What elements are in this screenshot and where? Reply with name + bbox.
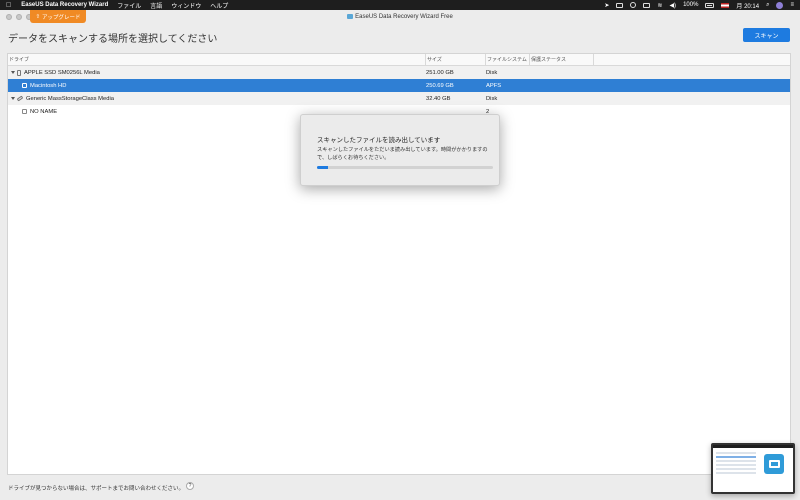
menu-language[interactable]: 言語 <box>150 1 162 10</box>
drive-name: Generic MassStorageClass Media <box>26 95 114 102</box>
battery-percent: 100% <box>683 2 699 8</box>
user-avatar-icon[interactable] <box>776 1 784 9</box>
disclosure-triangle-icon[interactable] <box>11 71 15 74</box>
drive-filesystem: APFS <box>486 82 502 89</box>
app-window: ⇧ アップグレード EaseUS Data Recovery Wizard Fr… <box>0 10 800 500</box>
drive-size: 251.00 GB <box>426 69 454 76</box>
drive-name: Macintosh HD <box>30 82 67 89</box>
input-source-flag-icon[interactable] <box>721 2 730 8</box>
volume-icon <box>22 109 27 114</box>
title-bar: ⇧ アップグレード EaseUS Data Recovery Wizard Fr… <box>0 10 800 26</box>
app-logo-icon <box>764 454 784 474</box>
dialog-title: スキャンしたファイルを読み出しています <box>317 137 441 144</box>
dialog-message: スキャンしたファイルをただいま読み出しています。時間がかかりますので、しばらくお… <box>317 147 488 161</box>
screen-mirror-icon[interactable] <box>616 2 624 8</box>
search-icon[interactable]: ⌕ <box>766 2 769 9</box>
airplay-icon[interactable] <box>643 2 651 8</box>
thumbnail-menubar <box>713 445 793 448</box>
table-row[interactable]: Generic MassStorageClass Media 32.40 GB … <box>8 92 790 105</box>
notification-center-icon[interactable]: ≡ <box>790 2 794 8</box>
table-header: ドライブ サイズ ファイルシステム 保護ステータス <box>8 54 790 66</box>
app-icon <box>347 14 354 19</box>
column-header-filesystem[interactable]: ファイルシステム <box>486 54 530 65</box>
drive-filesystem: Disk <box>486 95 498 102</box>
status-area: ➤ ≋ ◀) 100% 月 20:14 ⌕ ≡ <box>604 1 794 10</box>
drive-size: 32.40 GB <box>426 95 451 102</box>
scan-button[interactable]: スキャン <box>743 28 790 42</box>
menu-bar:  EaseUS Data Recovery Wizard ファイル 言語 ウィ… <box>0 0 800 10</box>
volume-icon[interactable]: ◀) <box>669 2 676 9</box>
support-notice: ドライブが見つからない場合は、サポートまでお問い合わせください。 <box>8 486 185 492</box>
time-machine-icon[interactable] <box>630 2 637 8</box>
disclosure-triangle-icon[interactable] <box>11 97 15 100</box>
drive-name: NO NAME <box>30 108 58 115</box>
drive-filesystem: Disk <box>486 69 498 76</box>
table-row[interactable]: Macintosh HD 250.69 GB APFS <box>8 79 790 92</box>
window-title-text: EaseUS Data Recovery Wizard Free <box>355 14 453 21</box>
usb-drive-icon <box>16 95 24 102</box>
drive-size: 250.69 GB <box>426 82 454 89</box>
page-title: データをスキャンする場所を選択してください <box>8 34 218 45</box>
disk-icon <box>17 69 21 76</box>
menu-help[interactable]: ヘルプ <box>210 1 228 10</box>
column-header-drive[interactable]: ドライブ <box>8 54 426 65</box>
loading-dialog: スキャンしたファイルを読み出しています スキャンしたファイルをただいま読み出して… <box>300 114 500 186</box>
menu-window[interactable]: ウィンドウ <box>171 1 201 10</box>
clock[interactable]: 月 20:14 <box>736 1 759 10</box>
menu-file[interactable]: ファイル <box>117 1 141 10</box>
drive-name: APPLE SSD SM0256L Media <box>24 69 100 76</box>
apple-menu-icon[interactable]:  <box>6 2 11 9</box>
column-header-protection-status[interactable]: 保護ステータス <box>530 54 594 65</box>
wifi-icon[interactable]: ≋ <box>657 2 662 9</box>
screenshot-thumbnail[interactable] <box>711 443 795 494</box>
battery-icon[interactable] <box>705 2 715 8</box>
help-button[interactable]: ? <box>186 482 194 490</box>
menu-app-name[interactable]: EaseUS Data Recovery Wizard <box>21 2 108 8</box>
thumbnail-content <box>716 452 756 476</box>
location-icon[interactable]: ➤ <box>604 2 609 9</box>
window-title: EaseUS Data Recovery Wizard Free <box>0 14 800 20</box>
column-header-size[interactable]: サイズ <box>426 54 486 65</box>
volume-icon <box>22 83 27 88</box>
progress-fill <box>317 166 328 169</box>
table-row[interactable]: APPLE SSD SM0256L Media 251.00 GB Disk <box>8 66 790 79</box>
progress-bar <box>317 166 493 169</box>
